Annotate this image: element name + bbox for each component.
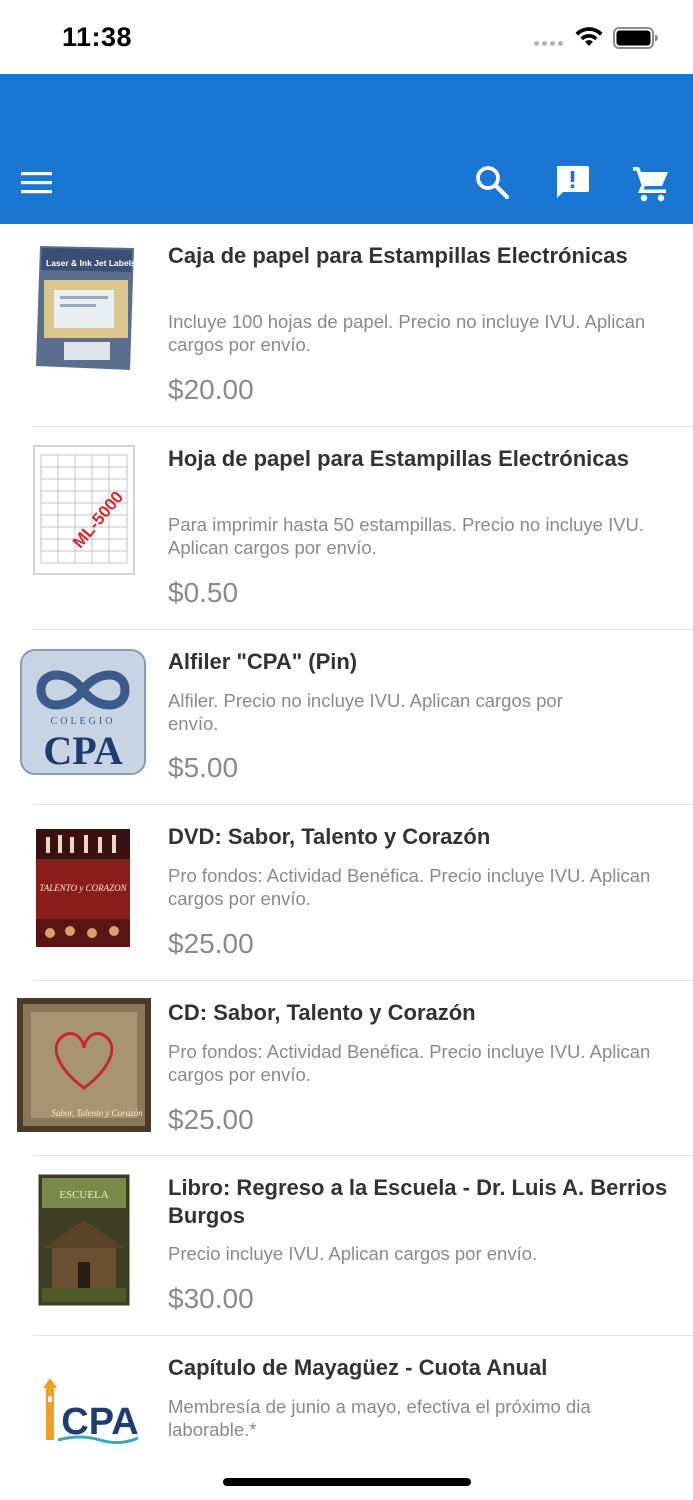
product-price: $0.50 <box>168 577 239 608</box>
wifi-icon <box>575 27 603 46</box>
product-description: Incluye 100 hojas de papel. Precio no in… <box>168 311 646 355</box>
product-description: Membresía de junio a mayo, efectiva el p… <box>168 1396 591 1440</box>
product-item[interactable]: CPA Capítulo de Mayagüez - Cuota Anual M… <box>0 1336 693 1486</box>
product-title: Alfiler "CPA" (Pin) <box>168 649 358 674</box>
product-thumbnail-cd: Sabor, Talento y Corazón <box>17 998 151 1132</box>
product-thumbnail-label-sheet: ML-5000 <box>33 445 135 575</box>
product-title: CD: Sabor, Talento y Corazón <box>168 1000 476 1025</box>
status-bar: 11:38 <box>0 0 693 74</box>
product-title: Hoja de papel para Estampillas Electróni… <box>168 446 629 471</box>
product-item[interactable]: TALENTO y CORAZON DVD: Sabor, Talento y … <box>0 805 693 981</box>
thumb-text: Sabor, Talento y Corazón <box>51 1108 143 1118</box>
product-price: $30.00 <box>168 1283 254 1314</box>
product-thumbnail-cpa-logo: CPA <box>40 1374 140 1446</box>
home-indicator <box>223 1478 471 1486</box>
product-description: Alfiler. Precio no incluye IVU. Aplican … <box>168 690 563 734</box>
status-time: 11:38 <box>62 22 133 52</box>
product-price: $25.00 <box>168 928 254 959</box>
product-title: Caja de papel para Estampillas Electróni… <box>168 243 628 268</box>
thumb-text: TALENTO y CORAZON <box>39 883 127 893</box>
thumb-text: ESCUELA <box>59 1189 109 1201</box>
thumb-text: CPA <box>43 728 122 773</box>
product-thumbnail-book: ESCUELA <box>37 1173 131 1307</box>
battery-icon <box>613 27 658 49</box>
product-description: Para imprimir hasta 50 estampillas. Prec… <box>168 514 645 558</box>
product-price: $5.00 <box>168 752 239 783</box>
thumb-text: Laser & Ink Jet Labels <box>46 258 136 268</box>
search-icon[interactable] <box>472 162 512 202</box>
product-price: $20.00 <box>168 374 254 405</box>
product-list: Laser & Ink Jet Labels Caja de papel par… <box>0 224 693 1486</box>
app-bar <box>0 74 693 224</box>
product-description: Pro fondos: Actividad Benéfica. Precio i… <box>168 1041 651 1085</box>
product-thumbnail-label-box: Laser & Ink Jet Labels <box>34 244 136 372</box>
menu-icon[interactable] <box>18 167 56 199</box>
product-item[interactable]: Laser & Ink Jet Labels Caja de papel par… <box>0 224 693 427</box>
cart-icon[interactable] <box>630 162 672 204</box>
product-item[interactable]: ML-5000 Hoja de papel para Estampillas E… <box>0 427 693 630</box>
product-description: Precio incluye IVU. Aplican cargos por e… <box>168 1243 538 1264</box>
product-description: Pro fondos: Actividad Benéfica. Precio i… <box>168 865 651 909</box>
product-item[interactable]: ESCUELA Libro: Regreso a la Escuela - Dr… <box>0 1156 693 1336</box>
product-thumbnail-dvd: TALENTO y CORAZON <box>36 829 130 947</box>
product-price: $25.00 <box>168 1104 254 1135</box>
product-title: Libro: Regreso a la Escuela - Dr. Luis A… <box>168 1175 668 1228</box>
feedback-icon[interactable] <box>552 162 592 202</box>
product-title: DVD: Sabor, Talento y Corazón <box>168 824 491 849</box>
product-title: Capítulo de Mayagüez - Cuota Anual <box>168 1355 548 1380</box>
thumb-subtext: COLEGIO <box>51 716 116 727</box>
cellular-signal-icon <box>534 41 563 46</box>
product-item[interactable]: COLEGIO CPA Alfiler "CPA" (Pin) Alfiler.… <box>0 630 693 805</box>
product-thumbnail-cpa-pin: COLEGIO CPA <box>19 648 147 776</box>
product-item[interactable]: Sabor, Talento y Corazón CD: Sabor, Tale… <box>0 981 693 1156</box>
